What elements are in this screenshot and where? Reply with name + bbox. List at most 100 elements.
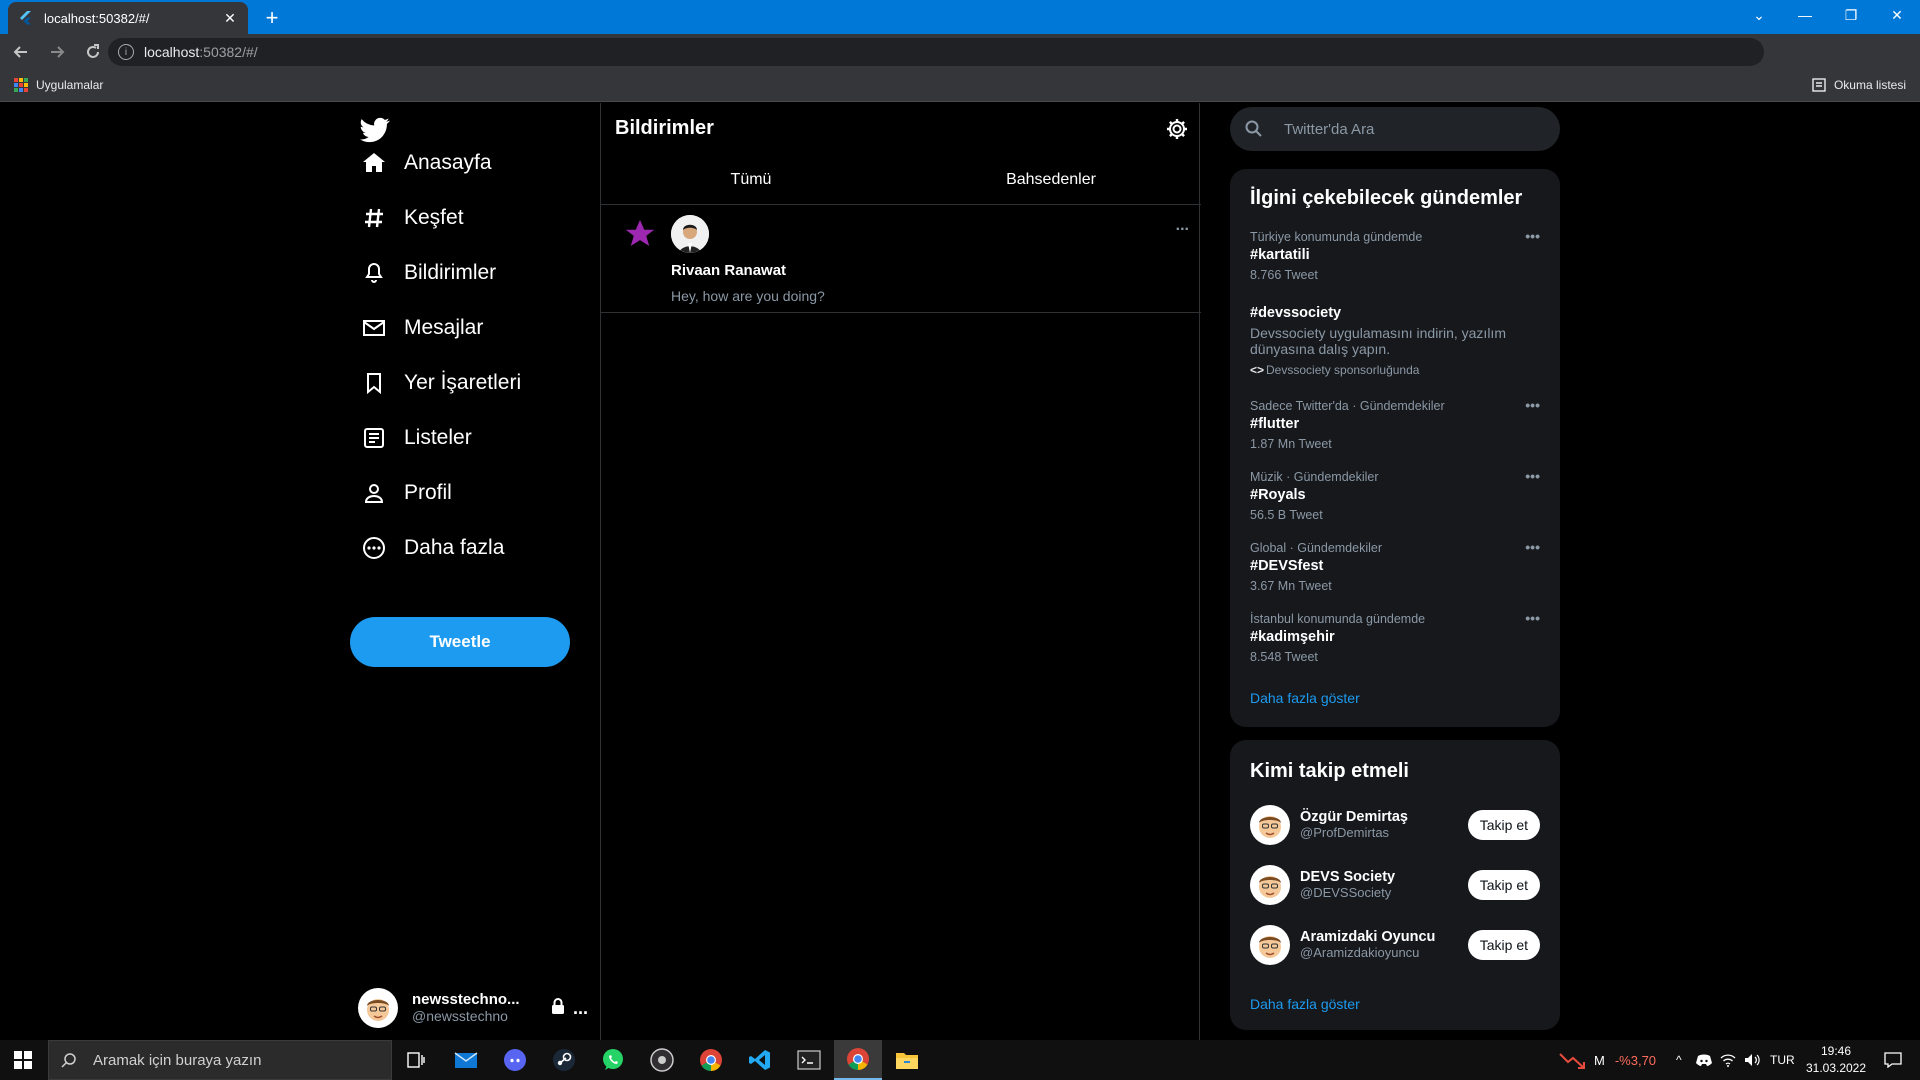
star-icon — [623, 217, 657, 251]
nav-item-messages[interactable]: Mesajlar — [360, 308, 483, 348]
windows-start-icon[interactable] — [0, 1040, 46, 1080]
follow-handle: @ProfDemirtas — [1300, 825, 1390, 840]
trend-count: 3.67 Mn Tweet — [1250, 579, 1332, 593]
obs-icon[interactable] — [638, 1040, 686, 1080]
mail-app-icon[interactable] — [442, 1040, 490, 1080]
trends-show-more-link[interactable]: Daha fazla göster — [1250, 690, 1360, 706]
trend-description: Devssociety uygulamasını indirin, yazılı… — [1250, 325, 1506, 357]
terminal-icon[interactable] — [785, 1040, 833, 1080]
hashtag-icon — [360, 204, 388, 232]
account-handle: @newsstechno — [412, 1008, 508, 1024]
search-icon — [1244, 119, 1264, 139]
trend-context: İstanbul konumunda gündemde — [1250, 612, 1426, 626]
discord-tray-icon[interactable] — [1696, 1040, 1712, 1080]
column-header: Bildirimler — [601, 103, 1201, 155]
tab-close-icon[interactable]: ✕ — [222, 10, 238, 27]
reload-icon[interactable] — [78, 37, 108, 67]
chrome-active-icon[interactable] — [834, 1040, 882, 1080]
right-sidebar: İlgini çekebilecek gündemler Türkiye kon… — [1230, 103, 1560, 1040]
nav-item-explore[interactable]: Keşfet — [360, 198, 464, 238]
search-input[interactable] — [1284, 120, 1524, 138]
trend-item[interactable]: İstanbul konumunda gündemde #kadimşehir … — [1250, 610, 1540, 664]
tab-search-icon[interactable]: ⌄ — [1736, 0, 1782, 30]
show-hidden-icons[interactable]: ^ — [1676, 1040, 1682, 1080]
follow-button[interactable]: Takip et — [1467, 930, 1540, 960]
follow-button[interactable]: Takip et — [1467, 870, 1540, 900]
trend-item[interactable]: Türkiye konumunda gündemde #kartatili 8.… — [1250, 228, 1540, 282]
browser-tab[interactable]: localhost:50382/#/ ✕ — [8, 2, 248, 34]
trend-more-icon[interactable]: ••• — [1525, 228, 1540, 244]
taskbar-clock[interactable]: 19:46 31.03.2022 — [1796, 1043, 1876, 1077]
settings-gear-icon[interactable] — [1165, 117, 1189, 141]
site-info-icon[interactable]: i — [118, 44, 134, 60]
reading-list[interactable]: Okuma listesi — [1812, 78, 1906, 92]
steam-icon[interactable] — [540, 1040, 588, 1080]
nav-item-label: Keşfet — [404, 206, 464, 229]
follow-suggestion[interactable]: Aramizdaki Oyuncu @Aramizdakioyuncu Taki… — [1250, 923, 1540, 967]
file-explorer-icon[interactable] — [883, 1040, 931, 1080]
stock-widget[interactable]: M -%3,70 — [1558, 1040, 1656, 1080]
tweet-button[interactable]: Tweetle — [350, 617, 570, 667]
notification-text: Hey, how are you doing? — [671, 288, 825, 304]
search-box[interactable] — [1230, 107, 1560, 151]
language-indicator[interactable]: TUR — [1770, 1040, 1795, 1080]
volume-icon[interactable] — [1744, 1040, 1760, 1080]
trend-item[interactable]: Müzik · Gündemdekiler #Royals 56.5 B Twe… — [1250, 468, 1540, 522]
back-icon[interactable] — [6, 37, 36, 67]
nav-item-more[interactable]: Daha fazla — [360, 528, 504, 568]
task-view-icon[interactable] — [392, 1040, 440, 1080]
bookmark-apps-label: Uygulamalar — [36, 78, 104, 92]
follow-handle: @DEVSSociety — [1300, 885, 1392, 900]
nav-item-profile[interactable]: Profil — [360, 473, 452, 513]
twitter-logo-icon[interactable] — [360, 115, 390, 145]
trend-item[interactable]: Global · Gündemdekiler #DEVSfest 3.67 Mn… — [1250, 539, 1540, 593]
trend-more-icon[interactable]: ••• — [1525, 397, 1540, 413]
chrome-icon[interactable] — [687, 1040, 735, 1080]
account-more-icon[interactable]: ... — [573, 998, 588, 1019]
notification-center-icon[interactable] — [1884, 1040, 1902, 1080]
restore-icon[interactable]: ❐ — [1828, 0, 1874, 30]
notification-tabs: Tümü Bahsedenler — [601, 155, 1201, 205]
nav-item-notifications[interactable]: Bildirimler — [360, 253, 496, 293]
nav-item-bookmarks[interactable]: Yer İşaretleri — [360, 363, 521, 403]
browser-tabbar: localhost:50382/#/ ✕ + ⌄ — ❐ ✕ — [0, 0, 1920, 34]
trend-more-icon[interactable]: ••• — [1525, 468, 1540, 484]
trend-item[interactable]: Sadece Twitter'da · Gündemdekiler #flutt… — [1250, 397, 1540, 451]
forward-icon[interactable] — [42, 37, 72, 67]
minimize-icon[interactable]: — — [1782, 0, 1828, 30]
avatar[interactable] — [671, 215, 709, 253]
bell-icon — [360, 259, 388, 287]
trend-tag: #devssociety — [1250, 305, 1342, 321]
trend-more-icon[interactable]: ••• — [1525, 539, 1540, 555]
account-switcher[interactable]: newsstechno... @newsstechno ... — [358, 983, 588, 1033]
tab-mentions[interactable]: Bahsedenler — [901, 155, 1201, 204]
notification-more-icon[interactable]: ... — [1176, 217, 1189, 235]
wifi-icon[interactable] — [1720, 1040, 1736, 1080]
discord-icon[interactable] — [491, 1040, 539, 1080]
notification-item[interactable]: Rivaan Ranawat Hey, how are you doing? .… — [601, 205, 1201, 313]
url-field[interactable]: i localhost:50382/#/ — [108, 38, 1764, 66]
new-tab-icon[interactable]: + — [258, 4, 286, 32]
trend-count: 8.766 Tweet — [1250, 268, 1318, 282]
promoted-trend-item[interactable]: #devssociety Devssociety uygulamasını in… — [1250, 302, 1540, 377]
bookmark-apps[interactable]: Uygulamalar — [14, 78, 103, 92]
follow-suggestion[interactable]: DEVS Society @DEVSSociety Takip et — [1250, 863, 1540, 907]
tab-title: localhost:50382/#/ — [44, 10, 150, 26]
nav-item-lists[interactable]: Listeler — [360, 418, 472, 458]
trend-more-icon[interactable]: ••• — [1525, 610, 1540, 626]
whatsapp-icon[interactable] — [589, 1040, 637, 1080]
follow-handle: @Aramizdakioyuncu — [1300, 945, 1420, 960]
taskbar-search-input[interactable]: Aramak için buraya yazın — [48, 1040, 392, 1080]
avatar — [1250, 925, 1290, 965]
follow-name: Özgür Demirtaş — [1300, 809, 1408, 825]
follow-suggestion[interactable]: Özgür Demirtaş @ProfDemirtas Takip et — [1250, 803, 1540, 847]
nav-item-home[interactable]: Anasayfa — [360, 143, 492, 183]
window-close-icon[interactable]: ✕ — [1874, 0, 1920, 30]
follow-button[interactable]: Takip et — [1467, 810, 1540, 840]
avatar — [358, 988, 398, 1028]
bookmarks-bar: Uygulamalar Okuma listesi — [0, 70, 1920, 102]
tab-all[interactable]: Tümü — [601, 155, 901, 204]
follow-show-more-link[interactable]: Daha fazla göster — [1250, 996, 1360, 1012]
notification-author[interactable]: Rivaan Ranawat — [671, 262, 786, 279]
vscode-icon[interactable] — [736, 1040, 784, 1080]
